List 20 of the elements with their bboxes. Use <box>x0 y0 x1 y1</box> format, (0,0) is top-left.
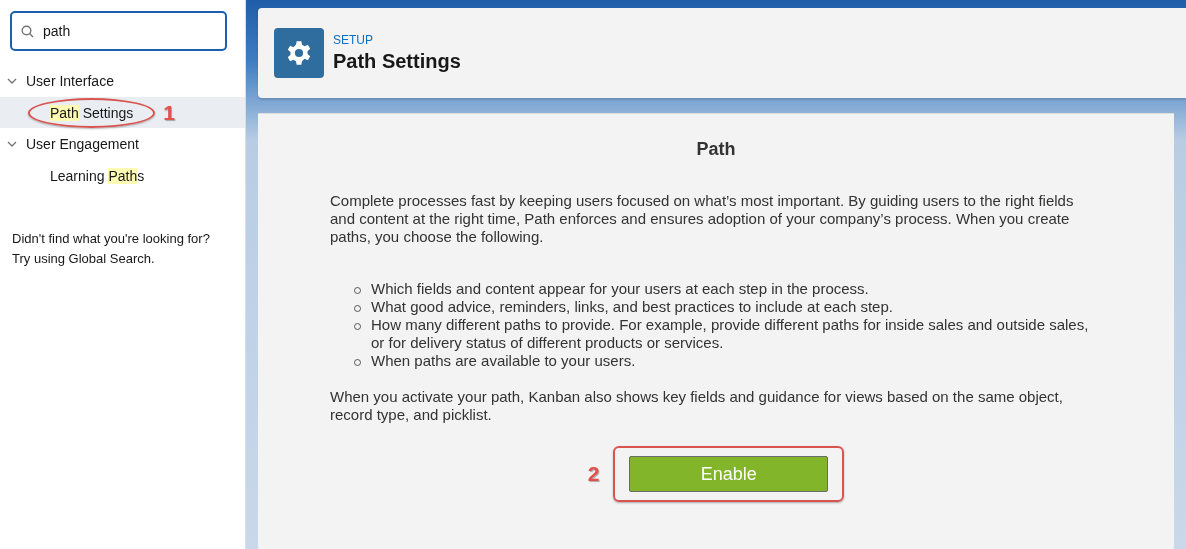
section-title: Path <box>695 139 737 160</box>
help-text: Try using Global Search. <box>12 250 156 268</box>
group-label[interactable]: User Interface <box>26 73 114 89</box>
bullet-text: How many different paths to provide. For example, provide different paths for inside sales and outside sales, or for delivery status of different products or services. <box>371 316 1090 352</box>
group-label[interactable]: User Engagement <box>26 136 139 152</box>
intro-text: Complete processes fast by keeping users focused on what’s most important. By guiding users to the right fields and content at the right time, Path enforces and ensures adoption of your company’s process. When you create paths, you choose the following. <box>330 192 1075 246</box>
bullet-text: When paths are available to your users. <box>371 352 636 370</box>
gear-icon <box>274 28 324 78</box>
search-field[interactable]: path <box>10 11 227 51</box>
bullet-text: What good advice, reminders, links, and best practices to include at each step. <box>371 298 893 316</box>
breadcrumb: SETUP <box>333 33 374 47</box>
callout-number: 2 <box>587 462 600 486</box>
help-text: Didn't find what you're looking for? <box>12 230 211 248</box>
outro-text: When you activate your path, Kanban also shows key fields and guidance for views based on the same object, record type, and picklist. <box>330 388 1064 424</box>
page-title: Path Settings <box>333 50 461 73</box>
sidebar-item[interactable]: Learning Paths <box>0 160 245 191</box>
sidebar-item[interactable]: Path Settings 1 <box>0 97 245 128</box>
callout-number: 1 <box>163 100 175 125</box>
bullet-text: Which fields and content appear for your users at each step in the process. <box>371 280 869 298</box>
search-icon <box>21 25 34 38</box>
